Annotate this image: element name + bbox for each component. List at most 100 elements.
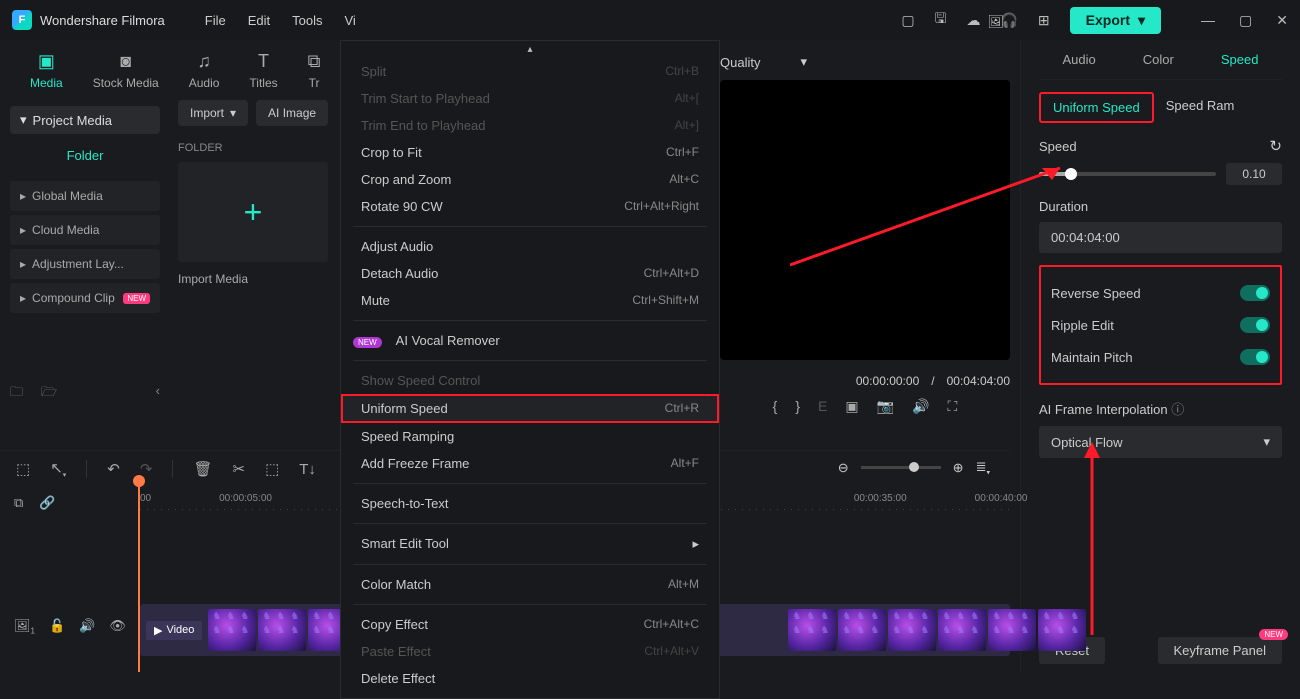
maintain-pitch-label: Maintain Pitch [1051,350,1133,365]
ctx-rotate[interactable]: Rotate 90 CWCtrl+Alt+Right [341,193,719,220]
e-icon[interactable]: E [818,398,827,415]
zoom-slider[interactable] [861,466,941,469]
folder-icon[interactable]: 🗀 [10,383,23,405]
camera-icon[interactable]: 📷 [877,398,894,415]
screen-icon[interactable]: ▣ [845,398,858,415]
ai-image-button[interactable]: AI Image [256,100,328,126]
play-icon: ▶ [154,624,162,637]
tl-cut-icon[interactable]: ✂ [232,460,245,478]
menu-tools[interactable]: Tools [292,13,322,28]
zoom-in-icon[interactable]: ⊕ [953,460,964,476]
tl-undo-icon[interactable]: ↶ [107,460,120,478]
speaker-icon[interactable]: 🔊 [79,618,95,636]
menu-file[interactable]: File [205,13,226,28]
minimize-icon[interactable]: — [1201,12,1215,29]
ripple-edit-label: Ripple Edit [1051,318,1114,333]
maximize-icon[interactable]: ▢ [1239,12,1252,29]
reset-icon[interactable]: ↻ [1269,137,1282,155]
chevron-right-icon: ▸ [20,257,26,271]
picture-small-icon[interactable]: 🖼1 [14,618,35,636]
folder-add-icon[interactable]: 🗁 [41,383,57,405]
ctx-freeze-frame[interactable]: Add Freeze FrameAlt+F [341,450,719,477]
sidebar-compound-clip[interactable]: ▸Compound ClipNEW [10,283,160,313]
ctx-detach-audio[interactable]: Detach AudioCtrl+Alt+D [341,260,719,287]
ctx-smart-edit[interactable]: Smart Edit Tool▸ [341,530,719,558]
collapse-icon[interactable]: ‹ [156,383,160,405]
save-icon[interactable]: 🖫 [935,8,947,32]
import-button[interactable]: Import▾ [178,100,248,126]
tab-media[interactable]: ▣Media [30,51,63,90]
monitor-icon[interactable]: ▢ [901,12,914,29]
fullscreen-icon[interactable]: ⛶ [948,398,958,415]
bracket-close-icon[interactable]: } [795,398,800,415]
context-menu: ▴ SplitCtrl+B Trim Start to PlayheadAlt+… [340,40,720,699]
chevron-down-icon: ▾ [20,112,27,128]
close-icon[interactable]: ✕ [1276,12,1288,29]
tl-text-icon[interactable]: T↓ [299,461,316,478]
ctx-uniform-speed[interactable]: Uniform SpeedCtrl+R [341,394,719,423]
ctx-speed-ramping[interactable]: Speed Ramping [341,423,719,450]
ripple-edit-toggle[interactable] [1240,317,1270,333]
subtab-uniform-speed[interactable]: Uniform Speed [1039,92,1154,123]
tab-titles[interactable]: TTitles [249,51,277,90]
cloud-icon[interactable]: ☁ [966,12,980,29]
eye-icon[interactable]: 👁 [109,618,126,636]
playhead[interactable] [138,481,140,672]
zoom-out-icon[interactable]: ⊖ [838,460,849,476]
bracket-open-icon[interactable]: { [773,398,778,415]
ctx-mute[interactable]: MuteCtrl+Shift+M [341,287,719,314]
import-media-label: Import Media [178,272,338,286]
sidebar-project-media[interactable]: ▾Project Media [10,106,160,134]
tab-stock-media[interactable]: ◙Stock Media [93,51,159,90]
quality-dropdown[interactable]: Quality▾🖼 [720,48,1010,76]
current-time: 00:00:00:00 [856,374,919,388]
maintain-pitch-toggle[interactable] [1240,349,1270,365]
ctx-ai-vocal-remover[interactable]: NEWAI Vocal Remover [341,327,719,354]
text-icon: T [258,51,269,72]
duration-value[interactable]: 00:04:04:00 [1039,222,1282,253]
info-icon[interactable]: ⓘ [1171,402,1184,417]
tl-select-icon[interactable]: ⬚ [16,460,30,478]
keyframe-panel-button[interactable]: Keyframe PanelNEW [1158,637,1283,664]
ctx-crop-zoom[interactable]: Crop and ZoomAlt+C [341,166,719,193]
folder-header: FOLDER [178,126,338,162]
tab-transitions[interactable]: ⧉Tr [308,51,321,90]
reverse-speed-label: Reverse Speed [1051,286,1141,301]
add-media-tile[interactable]: + [178,162,328,262]
sidebar-folder[interactable]: Folder [10,134,160,177]
tl-crop-icon[interactable]: ⬚ [265,460,279,478]
lock-icon[interactable]: 🔓 [49,618,65,636]
plus-icon: + [244,194,263,231]
ctx-split: SplitCtrl+B [341,58,719,85]
speed-slider[interactable] [1039,172,1216,176]
rtab-audio[interactable]: Audio [1063,52,1096,67]
grid-icon[interactable]: ⊞ [1038,12,1050,29]
tl-cursor-icon[interactable]: ↖▾ [50,459,66,479]
ctx-copy-effect[interactable]: Copy EffectCtrl+Alt+C [341,611,719,638]
view-mode-icon[interactable]: ≣▾ [976,459,990,477]
subtab-speed-ramp[interactable]: Speed Ram [1154,92,1247,123]
ai-interp-dropdown[interactable]: Optical Flow▾ [1039,426,1282,458]
picture-icon[interactable]: 🖼 [987,14,1004,30]
tl-delete-icon[interactable]: 🗑 [193,460,212,478]
sidebar-global-media[interactable]: ▸Global Media [10,181,160,211]
ctx-delete-effect[interactable]: Delete Effect [341,665,719,692]
ctx-adjust-audio[interactable]: Adjust Audio [341,233,719,260]
ctx-speech-to-text[interactable]: Speech-to-Text [341,490,719,517]
speed-value[interactable]: 0.10 [1226,163,1282,185]
menu-view[interactable]: Vi [344,13,355,28]
ctx-color-match[interactable]: Color MatchAlt+M [341,571,719,598]
clip-thumbnail [838,609,886,651]
media-icon: ▣ [38,51,55,72]
volume-icon[interactable]: 🔊 [912,398,929,415]
menu-chevron-up-icon[interactable]: ▴ [341,41,719,58]
reverse-speed-toggle[interactable] [1240,285,1270,301]
rtab-color[interactable]: Color [1143,52,1174,67]
rtab-speed[interactable]: Speed [1221,52,1259,67]
sidebar-cloud-media[interactable]: ▸Cloud Media [10,215,160,245]
tab-audio[interactable]: ♫Audio [189,51,220,90]
menu-edit[interactable]: Edit [248,13,270,28]
sidebar-adjustment-layer[interactable]: ▸Adjustment Lay... [10,249,160,279]
export-button[interactable]: Export▾ [1070,7,1161,34]
ctx-crop-fit[interactable]: Crop to FitCtrl+F [341,139,719,166]
